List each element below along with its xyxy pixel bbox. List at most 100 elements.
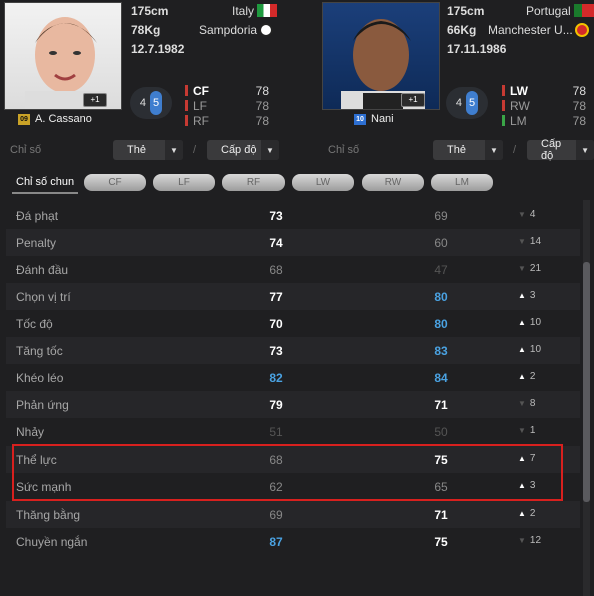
chevron-down-icon: ▼ (261, 140, 279, 160)
tab-lm[interactable]: LM (431, 174, 493, 191)
stat-diff: ▲ 2 (518, 371, 535, 382)
skill-pill: 4 5 (130, 87, 172, 119)
player-portrait[interactable]: +1 (322, 2, 440, 110)
stat-left-value: 69 (269, 508, 283, 522)
table-row: Penalty 74 60 ▼ 14 (6, 229, 580, 256)
filter-label: Chỉ số (10, 144, 42, 156)
table-row: Chuyền ngắn 87 75 ▼ 12 (6, 528, 580, 555)
triangle-down-icon: ▼ (518, 399, 526, 408)
tab-rw[interactable]: RW (362, 174, 424, 191)
stat-name: Phản ứng (16, 398, 69, 412)
player-name: Nani (371, 113, 394, 125)
dropdown-value: Cấp độ (221, 144, 257, 156)
stat-tabs: Chỉ số chun CF LF RF LW RW LM (0, 172, 594, 194)
table-row: Khéo léo 82 84 ▲ 2 (6, 364, 580, 391)
separator: / (193, 144, 197, 156)
tab-lw[interactable]: LW (292, 174, 354, 191)
club-crest-icon (574, 23, 589, 37)
player-name-row: 09 A. Cassano (18, 113, 92, 125)
stat-right-value: 69 (434, 209, 448, 223)
stat-left-value: 68 (269, 263, 283, 277)
stat-left-value: 73 (269, 209, 283, 223)
tab-rf[interactable]: RF (222, 174, 285, 191)
player-portrait[interactable]: +1 (4, 2, 122, 110)
card-type-dropdown[interactable]: Thẻ ▼ (113, 140, 183, 160)
skill-moves-value: 5 (466, 91, 479, 115)
italy-flag-icon (257, 4, 278, 17)
diff-value: 3 (529, 290, 536, 301)
level-dropdown[interactable]: Cấp độ ▼ (527, 138, 594, 162)
tab-base-stats[interactable]: Chỉ số chun (12, 172, 78, 194)
position-value: 78 (255, 99, 269, 113)
position-label: CF (193, 84, 209, 98)
table-row: Thăng bằng 69 71 ▲ 2 (6, 501, 580, 528)
stat-diff: ▼ 21 (518, 263, 541, 274)
chevron-down-icon: ▼ (165, 140, 183, 160)
table-row: Đá phạt 73 69 ▼ 4 (6, 202, 580, 229)
position-row: LF 78 (185, 99, 269, 113)
player-card-right: +1 10 Nani 175cm 66Kg 17.11.1986 Portuga… (318, 0, 594, 138)
table-row: Phản ứng 79 71 ▼ 8 (6, 391, 580, 418)
stat-diff: ▼ 8 (518, 398, 535, 409)
position-row: LW 78 (502, 84, 586, 98)
country: Portugal (526, 4, 571, 18)
position-bar (502, 85, 505, 96)
stat-right-value: 75 (434, 535, 448, 549)
player-name: A. Cassano (35, 113, 92, 125)
tab-cf[interactable]: CF (84, 174, 146, 191)
chevron-down-icon: ▼ (485, 140, 503, 160)
stat-left-value: 70 (269, 317, 283, 331)
position-row: RF 78 (185, 114, 269, 128)
stat-diff: ▲ 10 (518, 317, 541, 328)
diff-value: 8 (529, 398, 536, 409)
table-row: Tăng tốc 73 83 ▲ 10 (6, 337, 580, 364)
season-badge: 09 (18, 113, 30, 125)
diff-value: 2 (529, 508, 536, 519)
weak-foot-value: 4 (139, 97, 146, 109)
stat-right-value: 71 (434, 508, 448, 522)
player-name-row: 10 Nani (354, 113, 394, 125)
stat-left-value: 77 (269, 290, 283, 304)
chevron-down-icon: ▼ (576, 140, 594, 160)
stat-diff: ▼ 1 (518, 425, 535, 436)
height: 175cm (131, 4, 169, 18)
position-bar (185, 85, 188, 96)
diff-value: 2 (529, 371, 536, 382)
stat-diff: ▼ 4 (518, 209, 535, 220)
scrollbar-thumb[interactable] (583, 262, 590, 502)
stat-diff: ▼ 12 (518, 535, 541, 546)
stat-name: Tăng tốc (16, 344, 63, 358)
tab-lf[interactable]: LF (153, 174, 215, 191)
birthdate: 17.11.1986 (447, 42, 507, 56)
dropdown-value: Thẻ (127, 144, 146, 156)
position-value: 78 (572, 99, 586, 113)
triangle-up-icon: ▲ (518, 509, 526, 518)
club: Manchester U... (488, 23, 573, 37)
table-row: Tốc độ 70 80 ▲ 10 (6, 310, 580, 337)
scrollbar[interactable] (583, 200, 590, 596)
table-row: Nhảy 51 50 ▼ 1 (6, 418, 580, 445)
stats-table: Đá phạt 73 69 ▼ 4 Penalty 74 60 ▼ 14 Đánh … (6, 200, 580, 596)
stat-right-value: 80 (434, 317, 448, 331)
stat-name: Đánh đầu (16, 263, 69, 277)
stat-left-value: 74 (269, 236, 283, 250)
stat-right-value: 71 (434, 398, 448, 412)
dropdown-value: Thẻ (447, 144, 466, 156)
stat-right-value: 50 (434, 425, 448, 439)
boost-badge: +1 (401, 93, 425, 107)
level-dropdown[interactable]: Cấp độ ▼ (207, 140, 279, 160)
weight: 78Kg (131, 23, 161, 37)
diff-value: 4 (529, 209, 536, 220)
position-label: RF (193, 114, 209, 128)
separator: / (513, 144, 517, 156)
diff-value: 21 (529, 263, 542, 274)
highlight-box (12, 444, 563, 501)
stat-right-value: 80 (434, 290, 448, 304)
diff-value: 10 (529, 317, 542, 328)
position-label: RW (510, 99, 530, 113)
position-value: 78 (255, 114, 269, 128)
stat-right-value: 84 (434, 371, 448, 385)
card-type-dropdown[interactable]: Thẻ ▼ (433, 140, 503, 160)
season-badge: 10 (354, 113, 366, 125)
dropdown-value: Cấp độ (541, 138, 562, 162)
